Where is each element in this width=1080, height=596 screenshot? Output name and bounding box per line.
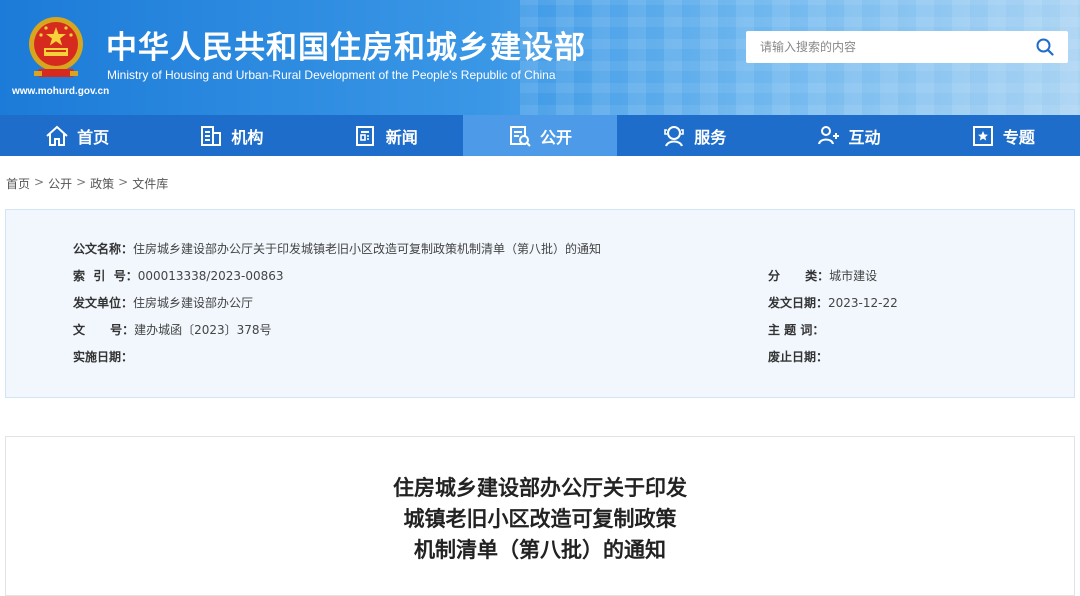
nav-label-news: 新闻 [385,127,418,147]
article-title: 住房城乡建设部办公厅关于印发 城镇老旧小区改造可复制政策 机制清单（第八批）的通… [0,473,1080,566]
interaction-icon [817,125,839,144]
breadcrumb-policy[interactable]: 政策 [90,175,114,192]
nav-label-service: 服务 [694,127,727,147]
meta-category: 分 类：城市建设 [768,267,877,284]
meta-doc-no: 文 号：建办城函〔2023〕378号 [73,321,272,338]
breadcrumb-separator: > [76,175,87,189]
meta-doc-no-value: 建办城函〔2023〕378号 [134,323,272,337]
breadcrumb: 首页 > 公开 > 政策 > 文件库 [6,175,168,192]
topic-icon [972,125,993,146]
site-title-en: Ministry of Housing and Urban-Rural Deve… [107,68,556,82]
nav-label-topic: 专题 [1002,127,1035,147]
meta-effective: 实施日期： [73,348,133,365]
article-title-line: 住房城乡建设部办公厅关于印发 [393,476,687,500]
meta-doc-name-label: 公文名称： [73,242,134,256]
meta-index-label: 索 引 号： [73,269,138,283]
nav-item-news[interactable]: 新闻 [309,115,463,156]
breadcrumb-file-library[interactable]: 文件库 [132,175,168,192]
article-title-line: 城镇老旧小区改造可复制政策 [403,507,677,531]
meta-issuer-label: 发文单位： [73,296,134,310]
nav-item-disclosure[interactable]: 公开 [462,115,618,156]
meta-index: 索 引 号：000013338/2023-00863 [73,267,284,284]
meta-issuer-value: 住房城乡建设部办公厅 [133,296,254,310]
meta-doc-name-value: 住房城乡建设部办公厅关于印发城镇老旧小区改造可复制政策机制清单（第八批）的通知 [133,242,602,256]
news-icon [355,125,374,146]
header-banner: www.mohurd.gov.cn 中华人民共和国住房和城乡建设部 Minist… [0,0,1080,115]
meta-issue-date: 发文日期：2023-12-22 [768,294,898,311]
search-icon[interactable] [1036,38,1054,56]
nav-label-interaction: 互动 [848,127,881,147]
service-icon [664,125,685,146]
meta-category-label: 分 类： [768,269,830,283]
meta-issue-date-label: 发文日期： [768,296,829,310]
search-box [746,31,1068,63]
meta-doc-name: 公文名称：住房城乡建设部办公厅关于印发城镇老旧小区改造可复制政策机制清单（第八批… [73,240,601,257]
site-title-cn[interactable]: 中华人民共和国住房和城乡建设部 [106,22,586,67]
home-icon [46,125,68,146]
meta-issuer: 发文单位：住房城乡建设部办公厅 [73,294,253,311]
site-url: www.mohurd.gov.cn [12,86,110,97]
breadcrumb-separator: > [34,175,45,189]
meta-expiry-label: 废止日期： [768,350,829,364]
article-title-line: 机制清单（第八批）的通知 [414,538,666,562]
nav-item-service[interactable]: 服务 [617,115,771,156]
nav-item-interaction[interactable]: 互动 [771,115,925,156]
meta-keywords-label: 主 题 词： [768,323,825,337]
breadcrumb-home[interactable]: 首页 [6,175,30,192]
search-input[interactable] [746,31,1026,63]
breadcrumb-separator: > [118,175,129,189]
disclosure-icon [509,125,531,147]
meta-issue-date-value: 2023-12-22 [828,296,898,310]
nav-label-disclosure: 公开 [539,127,572,147]
nav-item-home[interactable]: 首页 [0,115,154,156]
nav-label-institution: 机构 [231,127,264,147]
national-emblem-icon[interactable] [24,14,88,82]
meta-expiry: 废止日期： [768,348,828,365]
meta-doc-no-label: 文 号： [73,323,135,337]
document-meta-box: 公文名称：住房城乡建设部办公厅关于印发城镇老旧小区改造可复制政策机制清单（第八批… [5,209,1075,398]
meta-index-value: 000013338/2023-00863 [137,269,284,283]
main-nav: 首页 机构 新闻 公开 服务 互动 专题 [0,115,1080,156]
nav-item-institution[interactable]: 机构 [154,115,308,156]
nav-item-topic[interactable]: 专题 [926,115,1080,156]
meta-effective-label: 实施日期： [73,350,134,364]
meta-category-value: 城市建设 [829,269,878,283]
breadcrumb-disclosure[interactable]: 公开 [48,175,72,192]
nav-label-home: 首页 [77,127,110,147]
building-icon [201,125,222,146]
meta-keywords: 主 题 词： [768,321,824,338]
